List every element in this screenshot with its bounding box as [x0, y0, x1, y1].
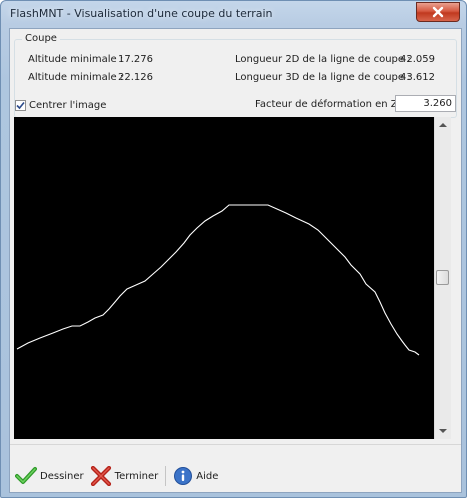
dialog-client: Coupe Altitude minimale : 17.276 Altitud…: [9, 28, 462, 493]
length-2d-value: 42.059: [400, 54, 435, 65]
terrain-profile-chart: [16, 204, 420, 356]
finish-button[interactable]: Terminer: [87, 464, 162, 488]
footer-divider: [10, 444, 461, 445]
alt-max-value: 22.126: [118, 72, 153, 83]
draw-button[interactable]: Dessiner: [12, 464, 87, 488]
chevron-down-icon: [439, 429, 447, 433]
cross-icon: [90, 466, 111, 486]
center-image-label: Centrer l'image: [29, 100, 107, 111]
center-image-checkbox[interactable]: [15, 100, 26, 111]
checkmark-icon: [15, 467, 37, 484]
profile-vertical-scrollbar[interactable]: [434, 117, 451, 439]
groupbox-legend: Coupe: [22, 33, 60, 44]
app-window: FlashMNT - Visualisation d'une coupe du …: [0, 0, 467, 498]
deformation-factor-input[interactable]: [395, 95, 456, 112]
draw-button-label: Dessiner: [40, 470, 84, 482]
close-icon: [432, 6, 444, 18]
profile-canvas[interactable]: [14, 117, 434, 439]
finish-button-label: Terminer: [114, 470, 159, 482]
help-button-label: Aide: [196, 470, 219, 482]
title-bar[interactable]: FlashMNT - Visualisation d'une coupe du …: [1, 1, 466, 27]
toolbar-separator: [165, 466, 167, 486]
checkmark-icon: [16, 101, 25, 110]
close-button[interactable]: [416, 2, 460, 22]
length-3d-label: Longueur 3D de la ligne de coupe :: [235, 72, 411, 83]
bottom-toolbar: Dessiner Terminer Aide: [12, 463, 221, 489]
info-icon: [174, 467, 193, 485]
window-title: FlashMNT - Visualisation d'une coupe du …: [10, 7, 273, 20]
length-3d-value: 43.612: [400, 72, 435, 83]
center-image-option[interactable]: Centrer l'image: [15, 100, 106, 111]
alt-min-value: 17.276: [118, 54, 153, 65]
scroll-down-button[interactable]: [435, 423, 451, 439]
scroll-thumb[interactable]: [436, 270, 449, 285]
length-2d-label: Longueur 2D de la ligne de coupe :: [235, 54, 411, 65]
help-button[interactable]: Aide: [170, 464, 221, 488]
alt-max-label: Altitude minimale :: [28, 72, 124, 83]
alt-min-label: Altitude minimale :: [28, 54, 124, 65]
chevron-up-icon: [439, 123, 447, 127]
scroll-up-button[interactable]: [435, 117, 451, 133]
terrain-profile-line: [16, 204, 420, 356]
deformation-factor-label: Facteur de déformation en Z :: [255, 99, 405, 110]
